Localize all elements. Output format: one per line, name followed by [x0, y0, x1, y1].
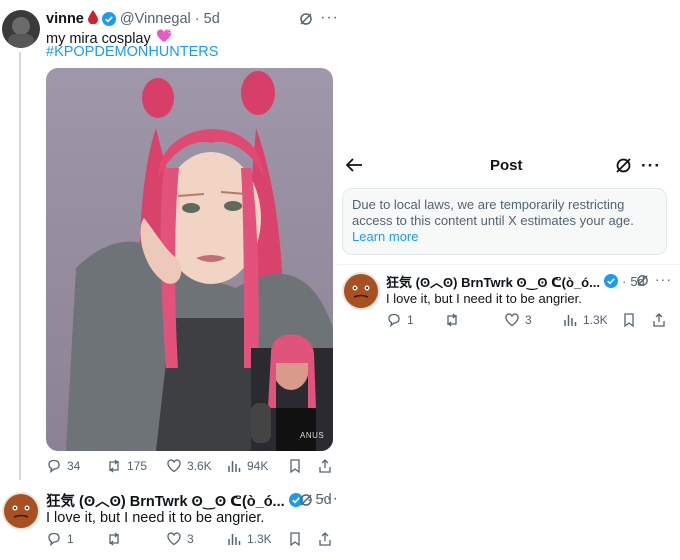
hashtag-link[interactable]: #KPOPDEMONHUNTERS: [46, 44, 218, 60]
like-icon: [167, 459, 181, 473]
notice-text: Due to local laws, we are temporarily re…: [352, 197, 634, 228]
reply-icon: [388, 313, 400, 328]
repost-button[interactable]: 175: [106, 458, 147, 474]
reply-button[interactable]: 1: [46, 531, 74, 547]
share-icon: [319, 459, 331, 473]
bookmark-icon: [624, 313, 634, 328]
repost-button[interactable]: [444, 312, 460, 328]
more-icon[interactable]: ···: [641, 157, 661, 174]
views-button[interactable]: 1.3K: [226, 531, 272, 547]
bookmark-icon: [290, 532, 300, 547]
bookmark-button[interactable]: [287, 531, 303, 547]
repost-icon: [109, 459, 119, 473]
page-title: Post: [490, 157, 523, 174]
divider: [337, 264, 680, 265]
reply-actions: 1 3 1.3K: [386, 312, 668, 328]
more-icon[interactable]: ···: [320, 491, 339, 507]
share-icon: [653, 313, 665, 327]
learn-more-link[interactable]: Learn more: [352, 229, 657, 245]
avatar-brntwrk[interactable]: [2, 492, 40, 530]
share-button[interactable]: [651, 312, 667, 328]
share-icon: [319, 532, 331, 546]
reply-text: I love it, but I need it to be angrier.: [386, 291, 582, 306]
views-icon: [228, 534, 241, 545]
reply-header: 狂気 (ʘ︿ʘ) BrnTwrk ʘ‿ʘ ᕦ(ò_ó... · 5d: [386, 272, 645, 291]
views-icon: [228, 461, 241, 472]
display-name[interactable]: vinne: [46, 11, 84, 27]
grok-icon[interactable]: [299, 493, 313, 512]
handle[interactable]: @Vinnegal: [120, 11, 191, 27]
reply-display-name[interactable]: 狂気 (ʘ︿ʘ) BrnTwrk ʘ‿ʘ ᕦ(ò_ó...: [386, 272, 600, 291]
more-icon[interactable]: ···: [655, 272, 672, 286]
views-icon: [564, 315, 577, 326]
reply-icon: [48, 459, 60, 474]
grok-icon[interactable]: [299, 12, 313, 31]
like-icon: [167, 532, 181, 546]
tweet-header: vinne @Vinnegal · 5d: [46, 9, 220, 29]
views-button[interactable]: 1.3K: [562, 312, 608, 328]
reply-header: 狂気 (ʘ︿ʘ) BrnTwrk ʘ‿ʘ ᕦ(ò_ó... · 5d: [46, 490, 332, 511]
age-restriction-notice: Due to local laws, we are temporarily re…: [342, 188, 667, 255]
reply-actions: 1 3 1.3K: [46, 531, 333, 547]
more-icon[interactable]: ···: [320, 10, 339, 26]
repost-icon: [447, 313, 457, 327]
verified-badge-icon: [603, 274, 618, 288]
image-shirt-print: ANUS: [300, 431, 325, 440]
tweet-image[interactable]: ANUS: [46, 68, 333, 451]
repost-icon: [109, 532, 119, 546]
avatar-vinne[interactable]: [2, 10, 40, 48]
thread-line: [19, 52, 21, 480]
grok-icon[interactable]: [615, 157, 632, 179]
tweet-actions: 34 175 3.6K 94K: [46, 458, 333, 474]
reply-button[interactable]: 1: [386, 312, 414, 328]
avatar-brntwrk[interactable]: [342, 272, 380, 310]
reply-display-name[interactable]: 狂気 (ʘ︿ʘ) BrnTwrk ʘ‿ʘ ᕦ(ò_ó...: [46, 490, 285, 511]
verified-badge-icon: [101, 12, 116, 26]
share-button[interactable]: [317, 531, 333, 547]
like-button[interactable]: 3: [166, 531, 194, 547]
reply-text: I love it, but I need it to be angrier.: [46, 510, 265, 526]
bookmark-button[interactable]: [621, 312, 637, 328]
reply-button[interactable]: 34: [46, 458, 80, 474]
blood-drop-icon: [87, 9, 98, 29]
share-button[interactable]: [317, 458, 333, 474]
like-icon: [505, 313, 519, 327]
like-button[interactable]: 3: [504, 312, 532, 328]
bookmark-icon: [290, 459, 300, 474]
repost-button[interactable]: [106, 531, 127, 547]
grok-icon[interactable]: [636, 274, 649, 292]
reply-icon: [48, 532, 60, 547]
timestamp[interactable]: 5d: [204, 11, 220, 27]
bookmark-button[interactable]: [287, 458, 303, 474]
back-arrow-icon[interactable]: [345, 157, 363, 178]
like-button[interactable]: 3.6K: [166, 458, 212, 474]
views-button[interactable]: 94K: [226, 458, 268, 474]
